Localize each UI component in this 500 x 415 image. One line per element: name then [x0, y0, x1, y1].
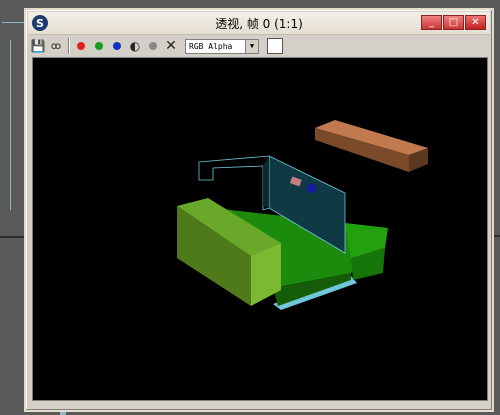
chevron-down-icon[interactable]: ▼	[245, 39, 258, 53]
left-wall-face	[263, 156, 269, 208]
title-bar[interactable]: S 透视, 帧 0 (1:1) _ □ ✕	[28, 12, 490, 35]
background-viewport-line	[0, 236, 26, 238]
render-viewport[interactable]	[32, 57, 488, 401]
background-viewport-line	[2, 22, 24, 23]
save-icon[interactable]: 💾	[30, 38, 46, 54]
rendered-scene	[177, 120, 428, 310]
render-toolbar: 💾 ꝏ ◐ ✕ RGB Alpha ▼	[30, 36, 488, 56]
rendered-frame-window[interactable]: S 透视, 帧 0 (1:1) _ □ ✕ 💾 ꝏ ◐ ✕ RGB Alpha …	[24, 8, 494, 412]
close-icon[interactable]: ✕	[465, 15, 486, 30]
maximize-icon[interactable]: □	[443, 15, 464, 30]
red-channel-icon[interactable]	[73, 38, 89, 54]
green-channel-icon[interactable]	[91, 38, 107, 54]
mono-icon[interactable]: ◐	[127, 38, 143, 54]
background-viewport-line	[10, 40, 11, 210]
toolbar-separator	[68, 38, 69, 54]
clone-icon[interactable]: ꝏ	[48, 38, 64, 54]
channel-select-value: RGB Alpha	[189, 41, 233, 51]
blue-channel-icon[interactable]	[109, 38, 125, 54]
minimize-icon[interactable]: _	[421, 15, 442, 30]
channel-select[interactable]: RGB Alpha ▼	[185, 38, 259, 54]
alpha-icon[interactable]	[145, 38, 161, 54]
background-color-swatch[interactable]	[267, 38, 283, 54]
clear-icon[interactable]: ✕	[163, 38, 179, 54]
background-viewport-line	[494, 235, 500, 237]
